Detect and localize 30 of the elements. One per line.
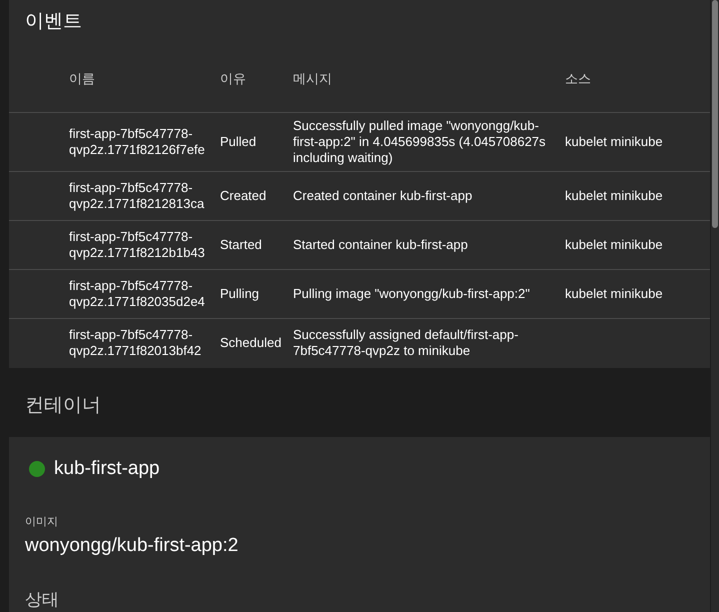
table-cell-text: first-app-7bf5c47778-qvp2z.1771f82035d2e4 [69,278,206,310]
table-cell-text: first-app-7bf5c47778-qvp2z.1771f82126f7efe [69,126,206,158]
table-cell-text: Created container kub-first-app [293,188,474,204]
container-name: kub-first-app [54,457,160,481]
field-value: wonyongg/kub-first-app:2 [25,535,238,556]
table-cell: Pulled [220,134,256,148]
table-cell: kubelet minikube [565,134,663,148]
field-label: 이미지 [25,516,58,528]
table-cell: Pulling [220,286,260,300]
field-label: 상태 [25,590,59,608]
table-cell: Created [220,188,266,202]
table-cell-text: Successfully assigned default/first-app-7bf5c47778-qvp2z to minikube [293,327,520,359]
column-header: 이유 [220,70,246,86]
section-title: 컨테이너 [25,394,101,416]
table-cell-text: first-app-7bf5c47778-qvp2z.1771f8212813ca [69,180,206,212]
table-cell: kubelet minikube [565,286,663,300]
table-cell-text: first-app-7bf5c47778-qvp2z.1771f82013bf42 [69,327,202,359]
table-cell-text: Pulling image "wonyongg/kub-first-app:2" [293,286,531,302]
column-header: 메시지 [293,70,332,86]
column-header: 소스 [565,70,591,86]
table-cell-text: first-app-7bf5c47778-qvp2z.1771f8212b1b43 [69,228,206,260]
section-title: 이벤트 [24,10,83,34]
table-cell: Started [220,236,262,252]
table-cell-text: Started container kub-first-app [293,236,469,252]
column-header: 이름 [69,70,95,86]
table-cell-text: Successfully pulled image "wonyongg/kub-first-app:2" in 4.045699835s (4.045708627s including waiting) [293,118,547,166]
table-cell: kubelet minikube [565,188,663,202]
scrollbar-thumb[interactable] [712,0,718,228]
table-cell: Scheduled [220,335,282,350]
table-cell: kubelet minikube [565,236,663,252]
